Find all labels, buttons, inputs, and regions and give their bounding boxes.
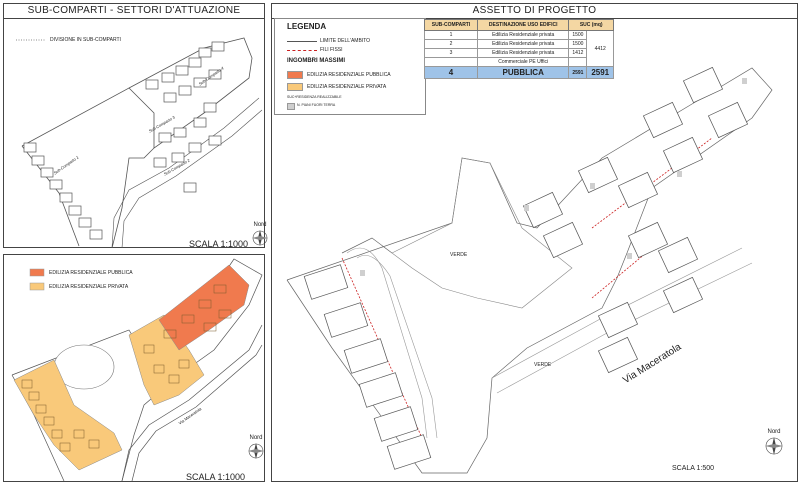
table-cell: Edilizia Residenziale privata — [476, 48, 570, 58]
table-row: 3 Edilizia Residenziale privata 1412 — [424, 48, 614, 58]
division-legend-label: DIVISIONE IN SUB-COMPARTI — [50, 37, 121, 43]
table-cell — [568, 57, 588, 67]
table-row: 2 Edilizia Residenziale privata 1500 — [424, 39, 614, 49]
scale-label: SCALA 1:1000 — [189, 239, 249, 249]
limit-line-icon — [287, 41, 317, 42]
legend-fili-label: FILI FISSI — [320, 47, 343, 53]
overview-legend-privata: EDILIZIA RESIDENZIALE PRIVATA — [49, 284, 129, 290]
grey-swatch — [287, 103, 295, 110]
table-cell-total: 2591 — [586, 66, 614, 79]
table-cell: 1500 — [568, 30, 588, 40]
compass-icon — [252, 230, 268, 246]
subcomparti-title: SUB-COMPARTI - SETTORI D'ATTUAZIONE — [4, 4, 264, 19]
table-cell: 4 — [424, 66, 478, 79]
table-row: Commerciale PE Uffici — [424, 57, 614, 67]
privata-swatch — [287, 83, 303, 91]
assetto-title: ASSETTO DI PROGETTO — [272, 4, 797, 19]
table-cell: Commerciale PE Uffici — [476, 57, 570, 67]
legend-suc-label: SUC+RESIDENZA REALIZZABILE — [287, 95, 342, 99]
table-cell: 1 — [424, 30, 478, 40]
overview-legend-pubblica: EDILIZIA RESIDENZIALE PUBBLICA — [49, 270, 133, 276]
fili-line-icon — [287, 50, 317, 51]
th-suc: SUC (mq) — [568, 19, 614, 31]
table-cell: 2 — [424, 39, 478, 49]
table-cell: 1500 — [568, 39, 588, 49]
table-cell: 3 — [424, 48, 478, 58]
north-arrow-top-left: Nord — [248, 222, 272, 253]
table-cell: PUBBLICA — [476, 66, 570, 79]
scale-label: SCALA 1:1000 — [186, 472, 246, 482]
legend-limit-label: LIMITE DELL'AMBITO — [320, 38, 371, 44]
pubblica-swatch — [287, 71, 303, 79]
legend-title: LEGENDA — [287, 22, 327, 31]
th-destinazione: DESTINAZIONE USO EDIFICI — [476, 19, 570, 31]
legend-box: LEGENDA LIMITE DELL'AMBITO FILI FISSI IN… — [274, 18, 426, 115]
table-cell: Edilizia Residenziale privata — [476, 30, 570, 40]
table-row: 1 Edilizia Residenziale privata 1500 441… — [424, 30, 614, 67]
table-cell — [424, 57, 478, 67]
legend-pubblica-label: EDILIZIA RESIDENZIALE PUBBLICA — [307, 72, 391, 78]
subcomparti-panel: SUB-COMPARTI - SETTORI D'ATTUAZIONE DIVI… — [3, 3, 268, 249]
scale-label: SCALA 1:500 — [672, 465, 715, 472]
th-subcomparti: SUB-COMPARTI — [424, 19, 478, 31]
overview-map — [11, 258, 263, 481]
verde-label-2: VERDE — [534, 362, 552, 368]
table-cell: 2591 — [568, 66, 588, 79]
table-cell: Edilizia Residenziale privata — [476, 39, 570, 49]
verde-label-1: VERDE — [450, 252, 468, 258]
compass-icon — [248, 443, 264, 459]
legend-small-label: N. PIANI FUORI TERRA — [297, 103, 336, 107]
legend-ingombri-title: INGOMBRI MASSIMI — [287, 58, 345, 64]
north-arrow-right: Nord — [762, 429, 786, 462]
suc-table: SUB-COMPARTI DESTINAZIONE USO EDIFICI SU… — [424, 19, 614, 79]
table-row-pubblica: 4 PUBBLICA 2591 2591 — [424, 66, 614, 79]
table-cell: 1412 — [568, 48, 588, 58]
comparti-overview-panel: EDILIZIA RESIDENZIALE PUBBLICA EDILIZIA … — [3, 254, 265, 482]
subcomparti-map — [16, 37, 263, 248]
north-arrow-bottom-left: Nord — [244, 435, 268, 466]
assetto-panel: ASSETTO DI PROGETTO LEGENDA LIMITE DELL'… — [271, 3, 798, 482]
legend-privata-label: EDILIZIA RESIDENZIALE PRIVATA — [307, 84, 387, 90]
compass-icon — [765, 437, 783, 455]
table-cell-total: 4412 — [586, 30, 614, 67]
